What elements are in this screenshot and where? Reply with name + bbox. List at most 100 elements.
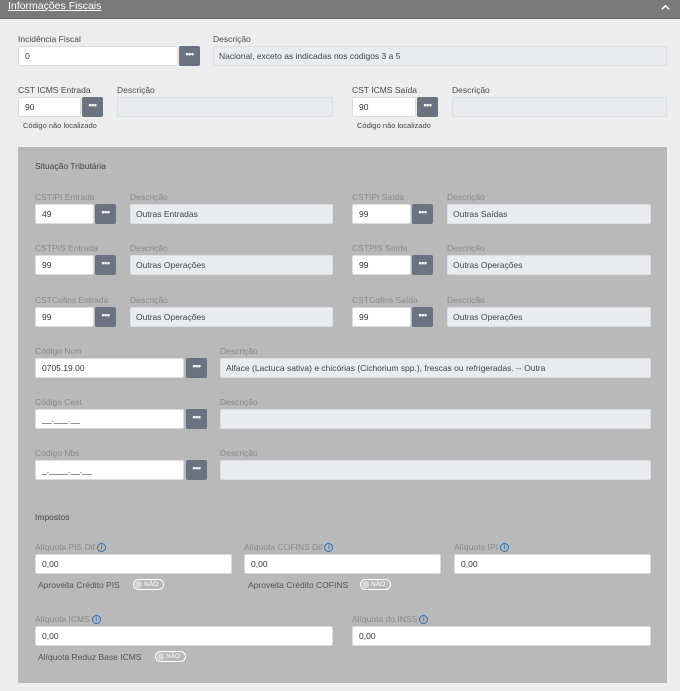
cst-entrada-label: CST ICMS Entrada: [18, 85, 91, 95]
pis-aliquota-label: Alíquota PIS Dif i: [35, 542, 107, 553]
nbs-input[interactable]: _.____.__.__: [35, 460, 184, 480]
incidencia-desc-label: Descrição: [213, 34, 251, 44]
cest-input[interactable]: __.___.__: [35, 409, 184, 429]
cofins-entrada-label: CSTCofins Entrada: [35, 295, 109, 305]
ipi-saida-desc-label: Descrição: [447, 192, 485, 202]
ellipsis-icon: •••: [101, 257, 110, 268]
cst-saida-note: Código não localizado: [357, 121, 431, 130]
nbs-label: Código Nbs: [35, 448, 80, 458]
info-icon[interactable]: i: [419, 615, 429, 625]
info-icon[interactable]: i: [91, 615, 101, 625]
cofins-saida-desc-label: Descrição: [447, 295, 485, 305]
ellipsis-icon: •••: [418, 257, 427, 268]
cst-saida-desc-label: Descrição: [452, 85, 490, 95]
cst-entrada-lookup-button[interactable]: •••: [82, 97, 103, 117]
ipi-saida-label: CSTIPI Saída: [352, 192, 404, 202]
ellipsis-icon: •••: [418, 206, 427, 217]
incidencia-label: Incidência Fiscal: [18, 34, 81, 44]
pis-saida-lookup-button[interactable]: •••: [412, 255, 433, 275]
cofins-entrada-desc-field: Outras Operações: [130, 307, 333, 327]
ellipsis-icon: •••: [101, 206, 110, 217]
pis-saida-desc-label: Descrição: [447, 243, 485, 253]
cofins-credito-toggle[interactable]: NÃO: [360, 579, 391, 590]
section-header: [0, 0, 680, 19]
ipi-entrada-input[interactable]: 49: [35, 204, 94, 224]
cst-entrada-note: Código não localizado: [23, 121, 97, 130]
cofins-saida-label: CSTCofins Saída: [352, 295, 418, 305]
incidencia-lookup-button[interactable]: •••: [179, 46, 200, 66]
icms-aliquota-label: Alíquota ICMS i: [35, 614, 101, 625]
icms-reduz-toggle[interactable]: NÃO: [155, 651, 186, 662]
cest-label: Código Cest: [35, 397, 82, 407]
impostos-title: Impostos: [35, 512, 70, 522]
cofins-entrada-input[interactable]: 99: [35, 307, 94, 327]
cst-saida-lookup-button[interactable]: •••: [417, 97, 438, 117]
ncm-input[interactable]: 0705.19.00: [35, 358, 184, 378]
chevron-up-icon[interactable]: [661, 3, 670, 12]
nbs-lookup-button[interactable]: •••: [186, 460, 207, 480]
cst-saida-input[interactable]: 90: [352, 97, 416, 117]
inss-aliquota-label-text: Alíquota do INSS: [352, 614, 418, 624]
cofins-entrada-lookup-button[interactable]: •••: [95, 307, 116, 327]
ellipsis-icon: •••: [192, 411, 201, 422]
ipi-entrada-desc-field: Outras Entradas: [130, 204, 333, 224]
info-icon[interactable]: i: [97, 543, 107, 553]
ipi-aliquota-label: Alíquota IPI i: [454, 542, 509, 553]
pis-entrada-input[interactable]: 99: [35, 255, 94, 275]
pis-credito-toggle[interactable]: NÃO: [133, 579, 164, 590]
info-icon[interactable]: i: [499, 543, 509, 553]
nbs-desc-label: Descrição: [220, 448, 258, 458]
pis-entrada-label: CSTPIS Entrada: [35, 243, 98, 253]
cofins-saida-input[interactable]: 99: [352, 307, 411, 327]
ellipsis-icon: •••: [418, 309, 427, 320]
ipi-saida-desc-field: Outras Saídas: [447, 204, 651, 224]
icms-aliquota-input[interactable]: 0,00: [35, 626, 333, 646]
ellipsis-icon: •••: [185, 48, 194, 59]
pis-aliquota-input[interactable]: 0,00: [35, 554, 232, 574]
info-icon[interactable]: i: [324, 543, 334, 553]
cest-desc-field: [220, 409, 651, 429]
section-title[interactable]: Informações Fiscais: [8, 0, 101, 12]
pis-aliquota-label-text: Alíquota PIS Dif: [35, 542, 96, 552]
toggle-knob: [157, 653, 164, 660]
cst-entrada-desc-field: [117, 97, 333, 117]
pis-entrada-desc-field: Outras Operações: [130, 255, 333, 275]
cst-entrada-input[interactable]: 90: [18, 97, 81, 117]
pis-saida-desc-field: Outras Operações: [447, 255, 651, 275]
ipi-aliquota-label-text: Alíquota IPI: [454, 542, 498, 552]
ipi-aliquota-input[interactable]: 0,00: [454, 554, 651, 574]
ellipsis-icon: •••: [192, 462, 201, 473]
incidencia-input[interactable]: 0: [18, 46, 178, 66]
pis-saida-label: CSTPIS Saída: [352, 243, 408, 253]
inss-aliquota-input[interactable]: 0,00: [352, 626, 651, 646]
ipi-saida-lookup-button[interactable]: •••: [412, 204, 433, 224]
pis-saida-input[interactable]: 99: [352, 255, 411, 275]
ellipsis-icon: •••: [101, 309, 110, 320]
cofins-entrada-desc-label: Descrição: [130, 295, 168, 305]
ncm-desc-label: Descrição: [220, 346, 258, 356]
cest-desc-label: Descrição: [220, 397, 258, 407]
cofins-credito-label: Aproveita Crédito COFINS: [248, 580, 349, 590]
ncm-desc-field: Alface (Lactuca sativa) e chicórias (Cic…: [220, 358, 651, 378]
inss-aliquota-label: Alíquota do INSS i: [352, 614, 429, 625]
icms-reduz-label: Alíquota Reduz Base ICMS: [38, 652, 142, 662]
pis-credito-label: Aproveita Crédito PIS: [38, 580, 120, 590]
ellipsis-icon: •••: [192, 360, 201, 371]
ncm-lookup-button[interactable]: •••: [186, 358, 207, 378]
toggle-text: NÃO: [144, 581, 159, 588]
cest-lookup-button[interactable]: •••: [186, 409, 207, 429]
toggle-knob: [135, 581, 142, 588]
ipi-entrada-desc-label: Descrição: [130, 192, 168, 202]
cst-saida-label: CST ICMS Saída: [352, 85, 418, 95]
ipi-entrada-label: CSTIPI Entrada: [35, 192, 95, 202]
toggle-text: NÃO: [166, 653, 181, 660]
pis-entrada-lookup-button[interactable]: •••: [95, 255, 116, 275]
cofins-saida-lookup-button[interactable]: •••: [412, 307, 433, 327]
cofins-saida-desc-field: Outras Operações: [447, 307, 651, 327]
ellipsis-icon: •••: [88, 99, 97, 110]
cst-entrada-desc-label: Descrição: [117, 85, 155, 95]
ipi-entrada-lookup-button[interactable]: •••: [95, 204, 116, 224]
ipi-saida-input[interactable]: 99: [352, 204, 411, 224]
cofins-aliquota-input[interactable]: 0,00: [244, 554, 441, 574]
pis-entrada-desc-label: Descrição: [130, 243, 168, 253]
